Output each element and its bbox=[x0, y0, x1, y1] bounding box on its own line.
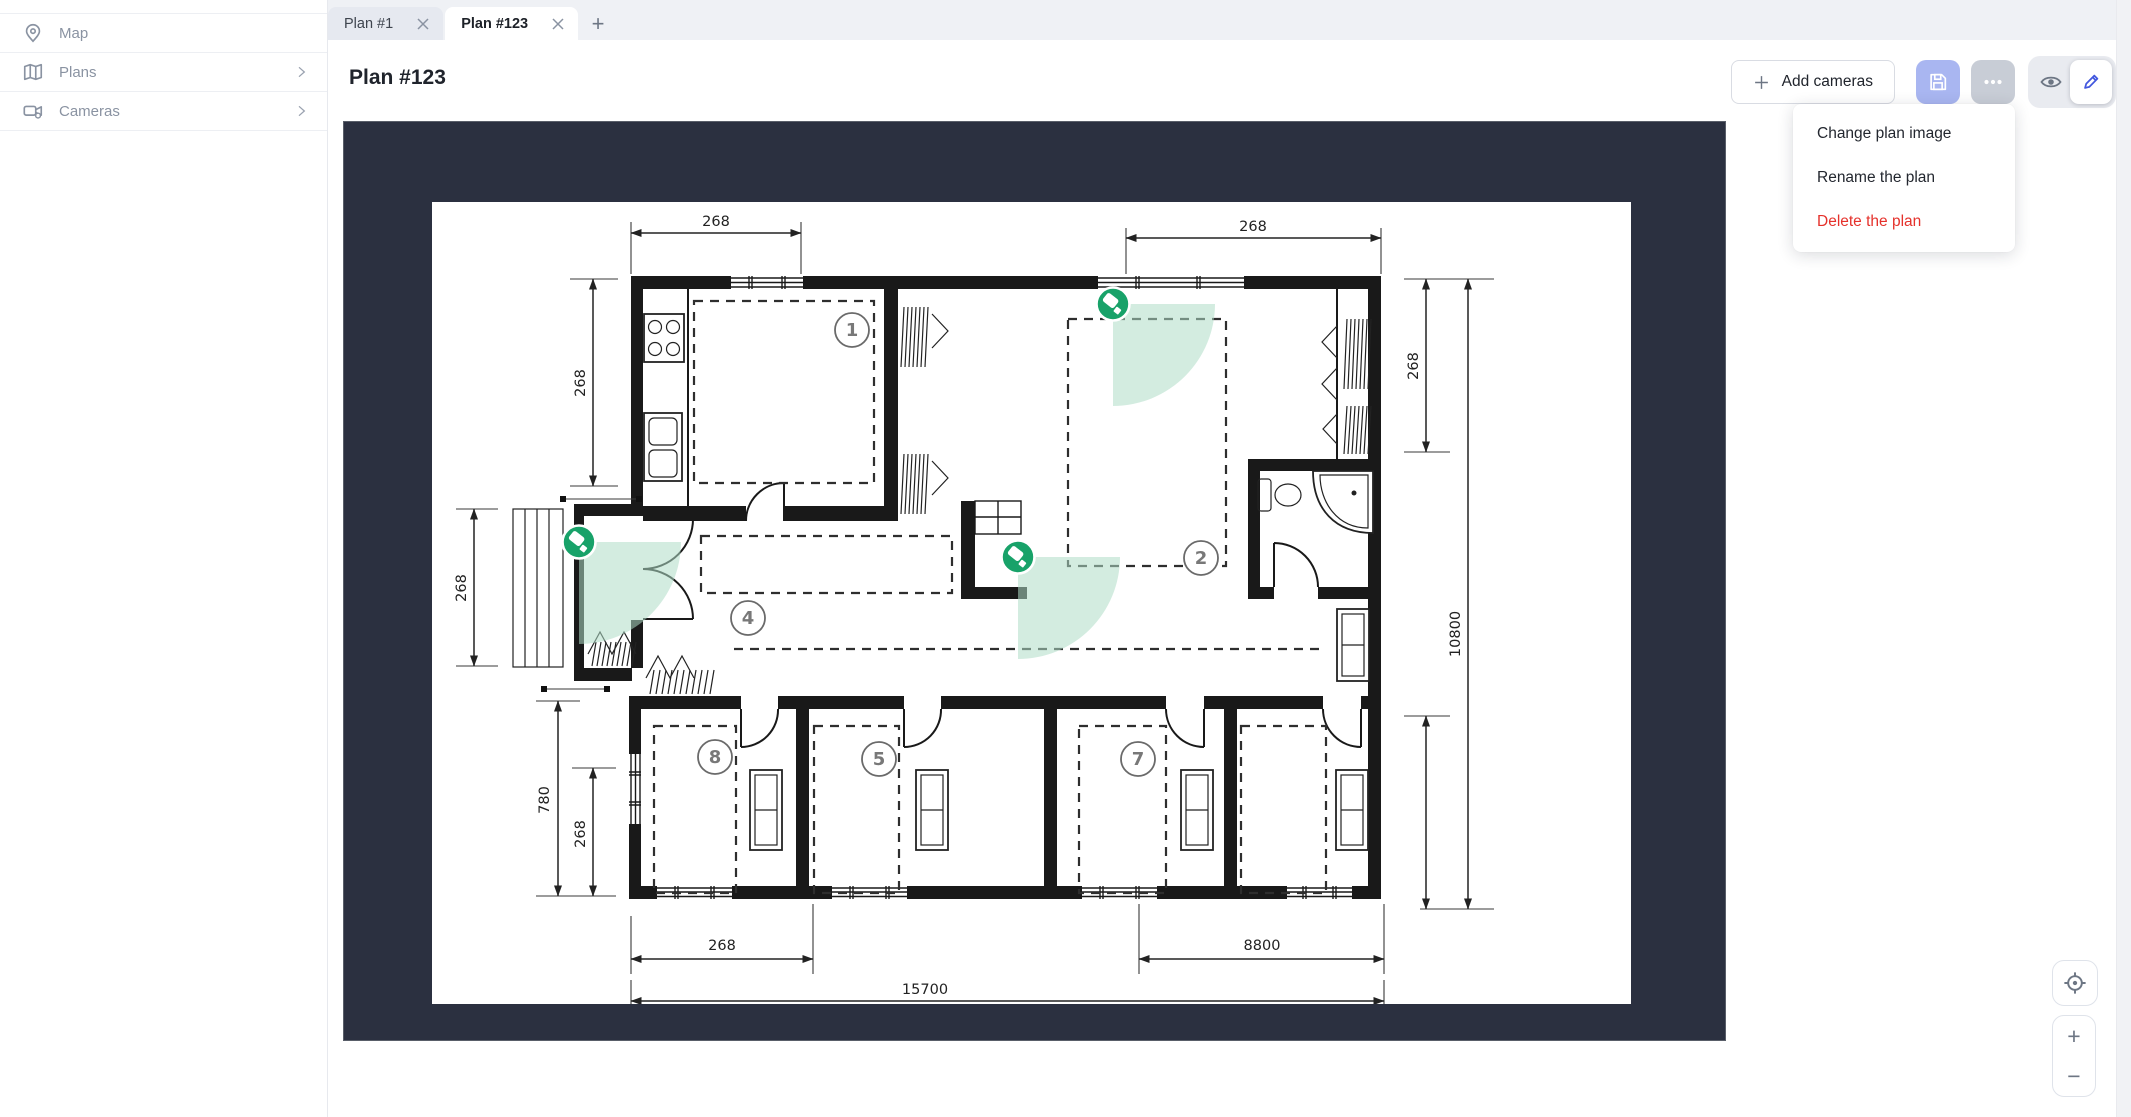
crosshair-icon bbox=[2062, 970, 2088, 996]
plan-canvas[interactable]: 268 268 268 268 780 268 268 bbox=[343, 121, 1726, 1041]
chevron-right-icon bbox=[293, 103, 309, 119]
dim-label: 268 bbox=[454, 574, 470, 602]
camera-fov-wedge bbox=[1113, 304, 1215, 406]
add-tab-button[interactable]: + bbox=[578, 7, 618, 40]
toolbar: Add cameras bbox=[1731, 56, 2116, 108]
map-icon bbox=[22, 61, 44, 83]
camera-fov-wedge bbox=[579, 542, 681, 644]
sidebar: Map Plans Cameras bbox=[0, 0, 328, 1117]
floor-plan-image: 268 268 268 268 780 268 268 bbox=[432, 202, 1631, 1004]
zoom-in-button[interactable]: + bbox=[2053, 1016, 2095, 1056]
camera-fov-wedge bbox=[1018, 557, 1120, 659]
room-number: 7 bbox=[1132, 749, 1145, 770]
tab-label: Plan #123 bbox=[461, 16, 528, 32]
sidebar-item-plans[interactable]: Plans bbox=[0, 53, 327, 92]
dim-label: 268 bbox=[573, 820, 589, 848]
plan-options-menu: Change plan image Rename the plan Delete… bbox=[1793, 104, 2015, 252]
eye-icon bbox=[2039, 70, 2063, 94]
save-icon bbox=[1927, 71, 1949, 93]
tab-close-icon[interactable] bbox=[417, 18, 429, 30]
floor-plan-svg: 268 268 268 268 780 268 268 bbox=[432, 202, 1631, 1004]
camera-marker[interactable] bbox=[1097, 288, 1216, 407]
room-number: 1 bbox=[846, 320, 859, 341]
sidebar-item-cameras[interactable]: Cameras bbox=[0, 92, 327, 131]
zoom-control: + − bbox=[2052, 1015, 2096, 1097]
view-mode-button[interactable] bbox=[2032, 60, 2070, 104]
view-edit-toggle bbox=[2028, 56, 2116, 108]
room-number: 2 bbox=[1195, 548, 1208, 569]
dim-label: 268 bbox=[702, 214, 730, 230]
dim-label: 15700 bbox=[902, 982, 948, 998]
add-cameras-button[interactable]: Add cameras bbox=[1731, 60, 1895, 104]
sidebar-list: Map Plans Cameras bbox=[0, 13, 327, 131]
sidebar-item-label: Plans bbox=[59, 64, 97, 81]
sidebar-item-map[interactable]: Map bbox=[0, 14, 327, 53]
add-cameras-label: Add cameras bbox=[1782, 73, 1873, 91]
dim-label: 780 bbox=[537, 786, 553, 814]
room-number: 5 bbox=[873, 749, 886, 770]
locate-button[interactable] bbox=[2052, 960, 2098, 1006]
camera-marker[interactable] bbox=[563, 526, 682, 645]
ellipsis-icon bbox=[1981, 70, 2005, 94]
room-number: 8 bbox=[709, 747, 722, 768]
plan-walls bbox=[574, 276, 1381, 899]
tab-plan-123[interactable]: Plan #123 bbox=[445, 7, 578, 40]
tab-label: Plan #1 bbox=[344, 16, 393, 32]
scrollbar[interactable] bbox=[2116, 0, 2131, 1117]
menu-item-delete-plan[interactable]: Delete the plan bbox=[1793, 200, 2015, 244]
save-button[interactable] bbox=[1916, 60, 1960, 104]
dim-label: 10800 bbox=[1448, 611, 1464, 657]
tab-bar: Plan #1 Plan #123 + bbox=[328, 0, 2131, 40]
menu-item-rename-plan[interactable]: Rename the plan bbox=[1793, 156, 2015, 200]
tab-close-icon[interactable] bbox=[552, 18, 564, 30]
sidebar-item-label: Cameras bbox=[59, 103, 120, 120]
dim-label: 268 bbox=[1239, 219, 1267, 235]
sidebar-item-label: Map bbox=[59, 25, 88, 42]
room-number: 4 bbox=[742, 608, 755, 629]
pencil-icon bbox=[2080, 71, 2102, 93]
page-title: Plan #123 bbox=[349, 66, 446, 90]
camera-icon bbox=[22, 100, 44, 122]
dim-label: 8800 bbox=[1244, 938, 1281, 954]
map-pin-icon bbox=[22, 22, 44, 44]
plus-icon bbox=[1753, 74, 1770, 91]
chevron-right-icon bbox=[293, 64, 309, 80]
menu-item-change-plan-image[interactable]: Change plan image bbox=[1793, 112, 2015, 156]
tab-plan-1[interactable]: Plan #1 bbox=[328, 7, 443, 40]
more-options-button[interactable] bbox=[1971, 60, 2015, 104]
dim-label: 268 bbox=[708, 938, 736, 954]
camera-marker[interactable] bbox=[1002, 541, 1121, 660]
dim-label: 268 bbox=[573, 369, 589, 397]
edit-mode-button[interactable] bbox=[2070, 60, 2112, 104]
zoom-out-button[interactable]: − bbox=[2053, 1056, 2095, 1096]
dim-label: 268 bbox=[1406, 352, 1422, 380]
